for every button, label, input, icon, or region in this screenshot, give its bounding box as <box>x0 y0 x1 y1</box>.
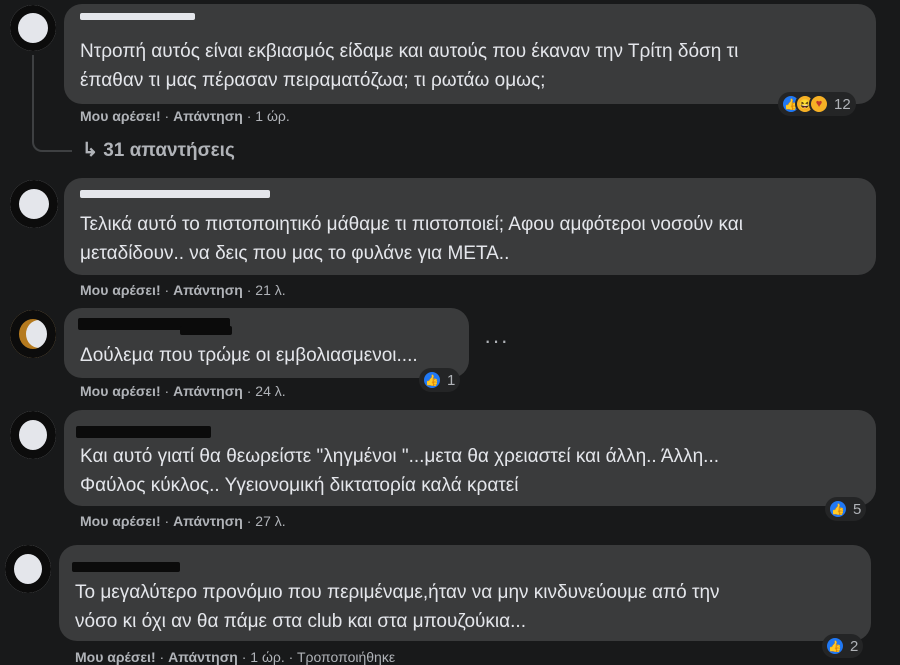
avatar[interactable] <box>5 545 51 593</box>
like-button[interactable]: Μου αρέσει! <box>75 649 156 665</box>
avatar[interactable] <box>10 411 56 459</box>
reply-arrow-icon: ↳ <box>82 140 98 161</box>
timestamp[interactable]: 21 λ. <box>255 282 285 298</box>
reply-button[interactable]: Απάντηση <box>173 108 243 124</box>
like-icon: 👍 <box>825 636 845 656</box>
comment-text: Και αυτό γιατί θα θεωρείστε "ληγμένοι ".… <box>80 446 720 496</box>
care-icon: ♥ <box>809 94 829 114</box>
reply-button[interactable]: Απάντηση <box>173 513 243 529</box>
comment-actions: Μου αρέσει! · Απάντηση · 1 ώρ. <box>80 108 290 124</box>
reaction-count: 12 <box>834 95 851 113</box>
author-name-redacted[interactable] <box>80 190 270 198</box>
reaction-count: 5 <box>853 500 862 518</box>
reaction-summary[interactable]: 👍 1 <box>419 368 461 392</box>
comment-text: Δούλεμα που τρώμε οι εμβολιασμενοι.... <box>80 345 418 366</box>
timestamp[interactable]: 1 ώρ. <box>255 108 289 124</box>
author-name-redacted[interactable] <box>72 562 180 572</box>
avatar[interactable] <box>10 5 56 51</box>
author-name-redacted[interactable] <box>180 326 232 335</box>
comment-text: Το μεγαλύτερο προνόμιο που περιμέναμε,ήτ… <box>75 582 720 632</box>
reaction-count: 2 <box>850 637 859 655</box>
reaction-count: 1 <box>447 371 456 389</box>
author-name-redacted[interactable] <box>80 13 195 20</box>
like-icon: 👍 <box>828 499 848 519</box>
reaction-summary[interactable]: 👍 😆 ♥ 12 <box>778 92 856 116</box>
avatar[interactable] <box>10 310 56 358</box>
timestamp[interactable]: 27 λ. <box>255 513 285 529</box>
reply-button[interactable]: Απάντηση <box>168 649 238 665</box>
like-button[interactable]: Μου αρέσει! <box>80 282 161 298</box>
comment-actions: Μου αρέσει! · Απάντηση · 1 ώρ. · Τροποπο… <box>75 649 396 665</box>
view-replies-link[interactable]: ↳ 31 απαντήσεις <box>82 139 235 162</box>
comment-actions: Μου αρέσει! · Απάντηση · 27 λ. <box>80 513 286 529</box>
avatar[interactable] <box>10 180 58 228</box>
comment-text: Τελικά αυτό το πιστοποιητικό μάθαμε τι π… <box>80 214 743 264</box>
reply-button[interactable]: Απάντηση <box>173 282 243 298</box>
comment-actions: Μου αρέσει! · Απάντηση · 21 λ. <box>80 282 286 298</box>
like-icon: 👍 <box>422 370 442 390</box>
like-button[interactable]: Μου αρέσει! <box>80 383 161 399</box>
more-options-button[interactable]: ··· <box>484 328 509 354</box>
like-button[interactable]: Μου αρέσει! <box>80 513 161 529</box>
reaction-summary[interactable]: 👍 2 <box>822 634 864 658</box>
comment-actions: Μου αρέσει! · Απάντηση · 24 λ. <box>80 383 286 399</box>
reaction-summary[interactable]: 👍 5 <box>825 497 867 521</box>
author-name-redacted[interactable] <box>76 426 211 438</box>
like-button[interactable]: Μου αρέσει! <box>80 108 161 124</box>
reply-button[interactable]: Απάντηση <box>173 383 243 399</box>
timestamp[interactable]: 1 ώρ. <box>250 649 284 665</box>
edited-label[interactable]: Τροποποιήθηκε <box>297 649 395 665</box>
comment-text: Ντροπή αυτός είναι εκβιασμός είδαμε και … <box>80 41 739 91</box>
timestamp[interactable]: 24 λ. <box>255 383 285 399</box>
